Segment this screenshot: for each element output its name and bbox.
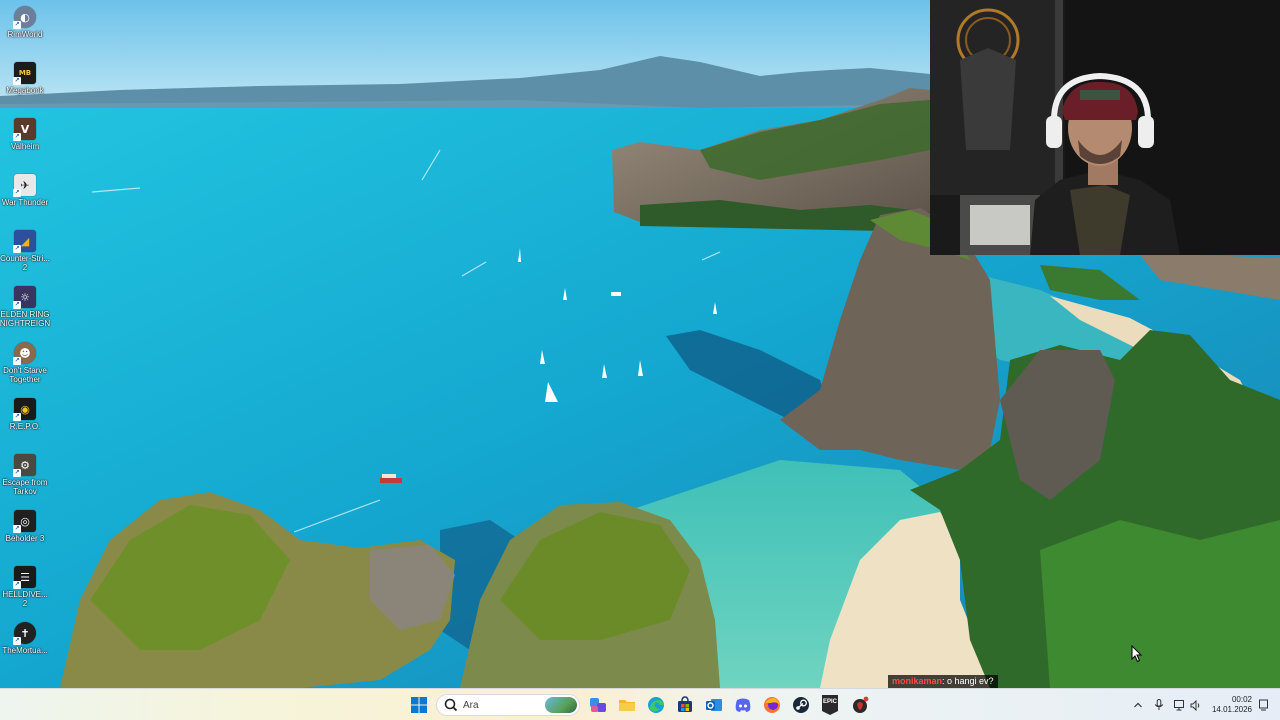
rimworld-icon: ◐ ↗ — [13, 6, 36, 29]
discord-button[interactable] — [731, 693, 755, 717]
war-thunder-icon: ✈ ↗ — [13, 174, 36, 197]
file-explorer-button[interactable] — [615, 693, 639, 717]
epic-games-button[interactable]: EPIC — [818, 693, 842, 717]
discord-icon — [735, 698, 751, 712]
search-highlight-image — [545, 697, 577, 713]
folder-icon — [619, 700, 635, 711]
taskbar-search-box[interactable]: Ara — [436, 694, 580, 716]
desktop-icon-label: ELDEN RING NIGHTREIGN — [0, 310, 51, 328]
desktop-icon-war-thunder[interactable]: ✈ ↗ War Thunder — [0, 170, 50, 224]
outlook-icon — [706, 699, 722, 711]
desktop-icon-label: Escape from Tarkov — [2, 478, 48, 496]
firefox-icon — [764, 697, 780, 713]
helldivers-icon: ☰ ↗ — [13, 566, 36, 589]
dark-app-icon — [853, 696, 869, 713]
search-placeholder: Ara — [463, 699, 479, 711]
desktop-icon-beholder[interactable]: ◎ ↗ Beholder 3 — [0, 506, 50, 560]
notification-center-button[interactable] — [1256, 689, 1270, 720]
taskbar-clock[interactable]: 00:02 14.01.2026 — [1206, 695, 1252, 715]
steam-icon — [793, 697, 809, 713]
desktop-icon-mortuary[interactable]: ✝ ↗ TheMortua... — [0, 618, 50, 672]
desktop-icon-rimworld[interactable]: ◐ ↗ RimWorld — [0, 2, 50, 56]
taskbar: Ara EPIC 00:02 14.01.2026 — [0, 688, 1280, 720]
edge-icon — [648, 697, 664, 713]
elden-ring-icon: ☼ ↗ — [13, 286, 36, 309]
clock-time: 00:02 — [1231, 695, 1252, 704]
desktop-icon-label: Beholder 3 — [5, 534, 45, 543]
epic-games-label: EPIC — [822, 699, 837, 705]
desktop-icon-helldivers[interactable]: ☰ ↗ HELLDIVE... 2 — [0, 562, 50, 616]
desktop-icon-repo[interactable]: ◉ ↗ R.E.P.O. — [0, 394, 50, 448]
desktop-icon-valheim[interactable]: V ↗ Valheim — [0, 114, 50, 168]
desktop-icon-column: ◐ ↗ RimWorld MB ↗ Megabonk V ↗ Valheim ✈ ↗ W… — [0, 0, 52, 688]
desktop-icon-label: Megabonk — [6, 86, 44, 95]
volume-tray-button[interactable] — [1189, 689, 1203, 720]
app-button[interactable] — [848, 693, 872, 717]
desktop-icon-label: TheMortua... — [2, 646, 48, 655]
firefox-button[interactable] — [760, 693, 784, 717]
clock-date: 14.01.2026 — [1211, 705, 1252, 714]
mortuary-icon: ✝ ↗ — [13, 622, 36, 645]
edge-button[interactable] — [644, 693, 668, 717]
copilot-button[interactable] — [586, 693, 610, 717]
search-icon — [444, 698, 458, 712]
copilot-icon — [590, 698, 606, 712]
counter-strike-icon: ◢ ↗ — [13, 230, 36, 253]
desktop-icon-label: R.E.P.O. — [9, 422, 41, 431]
microphone-icon — [1154, 699, 1164, 710]
store-button[interactable] — [673, 693, 697, 717]
steam-button[interactable] — [789, 693, 813, 717]
chat-username: monikaman — [892, 676, 943, 686]
repo-icon: ◉ ↗ — [13, 398, 36, 421]
webcam-overlay — [930, 0, 1280, 255]
mouse-cursor-icon — [1131, 645, 1143, 663]
outlook-button[interactable] — [702, 693, 726, 717]
desktop-icon-label: RimWorld — [7, 30, 43, 39]
stream-chat-message: monikaman: o hangi ev? — [888, 675, 998, 688]
megabonk-icon: MB ↗ — [13, 62, 36, 85]
microphone-tray-button[interactable] — [1152, 689, 1166, 720]
start-button[interactable] — [407, 693, 431, 717]
network-tray-button[interactable] — [1172, 689, 1188, 720]
chevron-up-icon — [1134, 702, 1142, 708]
windows-icon — [411, 697, 427, 713]
tarkov-icon: ⚙ ↗ — [13, 454, 36, 477]
desktop-icon-megabonk[interactable]: MB ↗ Megabonk — [0, 58, 50, 112]
desktop-icon-tarkov[interactable]: ⚙ ↗ Escape from Tarkov — [0, 450, 50, 504]
show-hidden-icons-button[interactable] — [1130, 689, 1146, 720]
valheim-icon: V ↗ — [13, 118, 36, 141]
desktop-icon-label: War Thunder — [1, 198, 49, 207]
desktop-icon-elden-ring[interactable]: ☼ ↗ ELDEN RING NIGHTREIGN — [0, 282, 50, 336]
beholder-icon: ◎ ↗ — [13, 510, 36, 533]
dont-starve-icon: ☻ ↗ — [13, 342, 36, 365]
speaker-icon — [1190, 699, 1200, 711]
chat-message-text: : o hangi ev? — [942, 676, 994, 686]
desktop-icon-label: Don't Starve Together — [3, 366, 47, 384]
notification-bell-icon — [1258, 699, 1268, 711]
epic-games-icon — [822, 695, 838, 715]
desktop-icon-label: Counter-Stri... 2 — [0, 254, 50, 272]
desktop-icon-counter-strike[interactable]: ◢ ↗ Counter-Stri... 2 — [0, 226, 50, 280]
network-icon — [1174, 699, 1184, 710]
store-icon — [678, 696, 692, 712]
webcam-feed — [930, 0, 1280, 255]
desktop-icon-dont-starve[interactable]: ☻ ↗ Don't Starve Together — [0, 338, 50, 392]
desktop-icon-label: Valheim — [10, 142, 40, 151]
desktop-icon-label: HELLDIVE... 2 — [2, 590, 48, 608]
